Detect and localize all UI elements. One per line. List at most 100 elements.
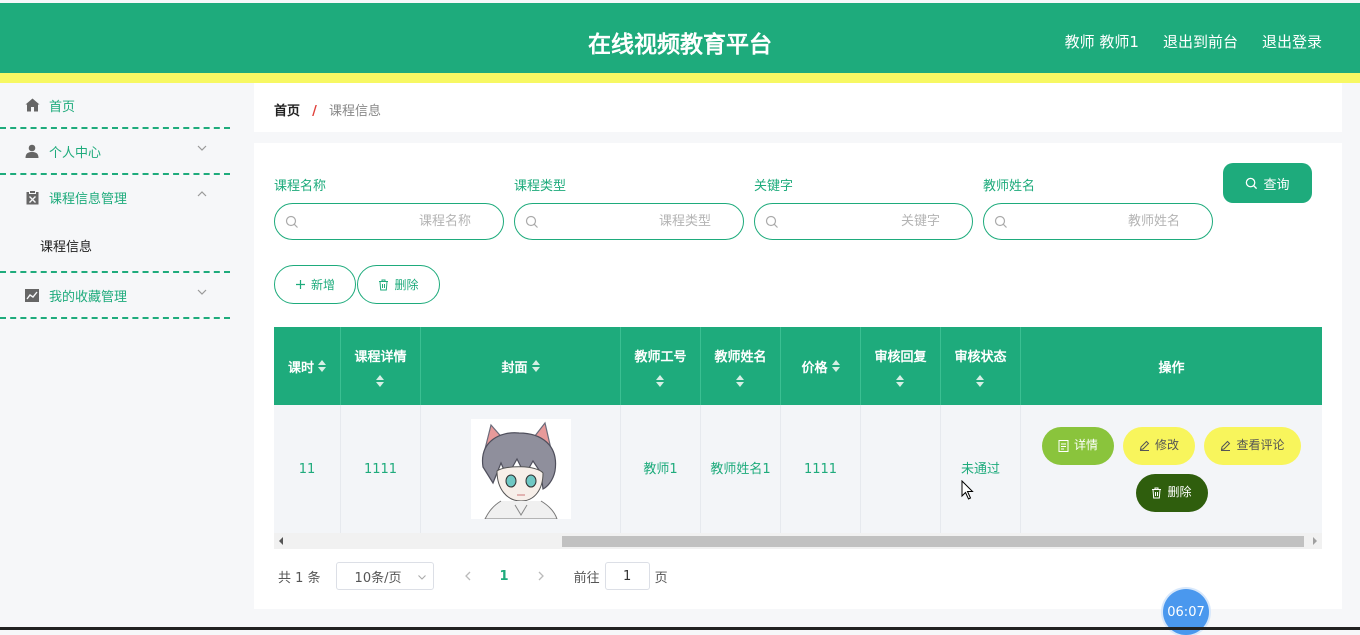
logout-link[interactable]: 退出登录: [1262, 31, 1322, 52]
scrollbar-thumb[interactable]: [562, 536, 1304, 547]
column-header-label: 教师工号: [634, 349, 687, 365]
goto-page-input[interactable]: [604, 562, 650, 590]
column-header-teacher-name[interactable]: 教师姓名: [701, 327, 781, 405]
query-button-label: 查询: [1263, 177, 1290, 193]
breadcrumb: 首页 / 课程信息: [274, 100, 381, 119]
filter-label-course-name: 课程名称: [274, 179, 327, 194]
table-header: 课时 课程详情 封面 教师工号 教师姓名 价格 审核回复 审核状态 操作: [274, 327, 1322, 405]
home-icon: [24, 97, 40, 113]
edit-button[interactable]: 修改: [1123, 426, 1195, 465]
batch-delete-label: 删除: [394, 278, 419, 292]
filter-label-course-type: 课程类型: [514, 179, 567, 194]
cell-review-status: 未通过: [941, 405, 1021, 533]
clipboard-icon: [24, 189, 40, 205]
column-header-label: 教师姓名: [714, 349, 767, 365]
column-header-label: 审核状态: [954, 349, 1007, 365]
trash-icon: [1152, 487, 1162, 498]
batch-delete-button[interactable]: 删除: [357, 265, 440, 304]
course-type-input[interactable]: [589, 213, 713, 230]
course-table: 课时 课程详情 封面 教师工号 教师姓名 价格 审核回复 审核状态 操作 11 …: [274, 327, 1322, 549]
scroll-right-icon[interactable]: [1313, 537, 1317, 545]
column-header-label: 审核回复: [874, 349, 927, 365]
sidebar-item-label: 我的收藏管理: [49, 289, 128, 305]
chevron-up-icon: [197, 191, 207, 197]
sort-icon[interactable]: [736, 374, 745, 387]
trash-icon: [379, 279, 389, 290]
sort-icon[interactable]: [976, 374, 985, 387]
column-header-review-reply[interactable]: 审核回复: [861, 327, 941, 405]
document-icon: [1058, 439, 1069, 452]
mouse-cursor-icon: [961, 480, 974, 500]
detail-button[interactable]: 详情: [1042, 426, 1114, 465]
sort-icon[interactable]: [656, 374, 665, 387]
column-header-label: 操作: [1158, 360, 1185, 376]
teacher-name-input[interactable]: [1058, 213, 1182, 230]
sidebar-item-home[interactable]: 首页: [0, 83, 230, 129]
column-header-label: 课程详情: [354, 349, 407, 365]
course-type-field[interactable]: [514, 203, 744, 240]
chevron-down-icon: [197, 145, 207, 151]
view-comments-button[interactable]: 查看评论: [1204, 426, 1301, 465]
row-delete-button[interactable]: 删除: [1135, 473, 1208, 512]
column-header-cover[interactable]: 封面: [421, 327, 621, 405]
page-suffix: 页: [654, 570, 668, 586]
edit-icon: [1221, 440, 1231, 451]
sidebar-item-profile[interactable]: 个人中心: [0, 129, 230, 175]
teacher-name-field[interactable]: [983, 203, 1213, 240]
column-header-label: 课时: [287, 360, 314, 376]
breadcrumb-home[interactable]: 首页: [274, 104, 300, 119]
current-user-link[interactable]: 教师 教师1: [1065, 31, 1139, 52]
cell-hours: 11: [274, 405, 341, 533]
page-size-select[interactable]: 10条/页: [335, 562, 434, 590]
column-header-hours[interactable]: 课时: [274, 327, 341, 405]
sort-icon[interactable]: [896, 374, 905, 387]
sidebar-item-course-management[interactable]: 课程信息管理: [0, 175, 230, 219]
sidebar-subitem-course-info[interactable]: 课程信息: [0, 219, 230, 273]
sort-icon[interactable]: [318, 360, 326, 372]
course-name-field[interactable]: [274, 203, 504, 240]
query-button[interactable]: 查询: [1223, 163, 1312, 203]
keyword-field[interactable]: [754, 203, 973, 240]
column-header-detail[interactable]: 课程详情: [341, 327, 421, 405]
table-row: 11 1111 教师1 教师姓名1 1111 未通过 详情 修改 查看评论 删除: [274, 405, 1322, 533]
breadcrumb-current: 课程信息: [329, 104, 382, 119]
filter-label-teacher-name: 教师姓名: [983, 179, 1036, 194]
cell-actions: 详情 修改 查看评论 删除: [1021, 405, 1322, 533]
column-header-teacher-id[interactable]: 教师工号: [621, 327, 701, 405]
page-size-value: 10条/页: [354, 570, 402, 586]
breadcrumb-separator: /: [312, 104, 317, 119]
add-button-label: 新增: [310, 278, 335, 292]
prev-page-icon[interactable]: [462, 570, 474, 582]
column-header-review-status[interactable]: 审核状态: [941, 327, 1021, 405]
sort-icon[interactable]: [831, 360, 840, 372]
sort-icon[interactable]: [376, 374, 385, 387]
cell-price: 1111: [781, 405, 861, 533]
cell-teacher-id: 教师1: [621, 405, 701, 533]
scroll-left-icon[interactable]: [279, 537, 283, 545]
horizontal-scrollbar[interactable]: [274, 533, 1322, 549]
sidebar-item-label: 课程信息管理: [49, 191, 128, 207]
cell-teacher-name: 教师姓名1: [701, 405, 781, 533]
column-header-price[interactable]: 价格: [781, 327, 861, 405]
back-to-front-link[interactable]: 退出到前台: [1163, 31, 1238, 52]
detail-button-label: 详情: [1073, 438, 1098, 452]
sidebar-item-favorites[interactable]: 我的收藏管理: [0, 273, 230, 319]
header-stripe: [0, 73, 1360, 83]
column-header-actions: 操作: [1021, 327, 1322, 405]
column-header-label: 封面: [501, 360, 528, 376]
keyword-input[interactable]: [818, 213, 942, 230]
search-icon: [994, 215, 1007, 228]
plus-icon: [295, 280, 305, 289]
course-name-input[interactable]: [349, 213, 473, 230]
page-number-current[interactable]: 1: [500, 569, 509, 584]
add-button[interactable]: 新增: [274, 265, 356, 304]
sort-icon[interactable]: [531, 360, 540, 372]
sidebar-item-label: 首页: [49, 99, 76, 115]
cell-detail: 1111: [341, 405, 421, 533]
search-icon: [765, 215, 778, 228]
next-page-icon[interactable]: [535, 570, 547, 582]
view-comments-label: 查看评论: [1236, 438, 1285, 452]
user-icon: [24, 143, 40, 159]
breadcrumb-card: 首页 / 课程信息: [254, 83, 1342, 132]
header-links: 教师 教师1 退出到前台 退出登录: [1065, 31, 1322, 52]
